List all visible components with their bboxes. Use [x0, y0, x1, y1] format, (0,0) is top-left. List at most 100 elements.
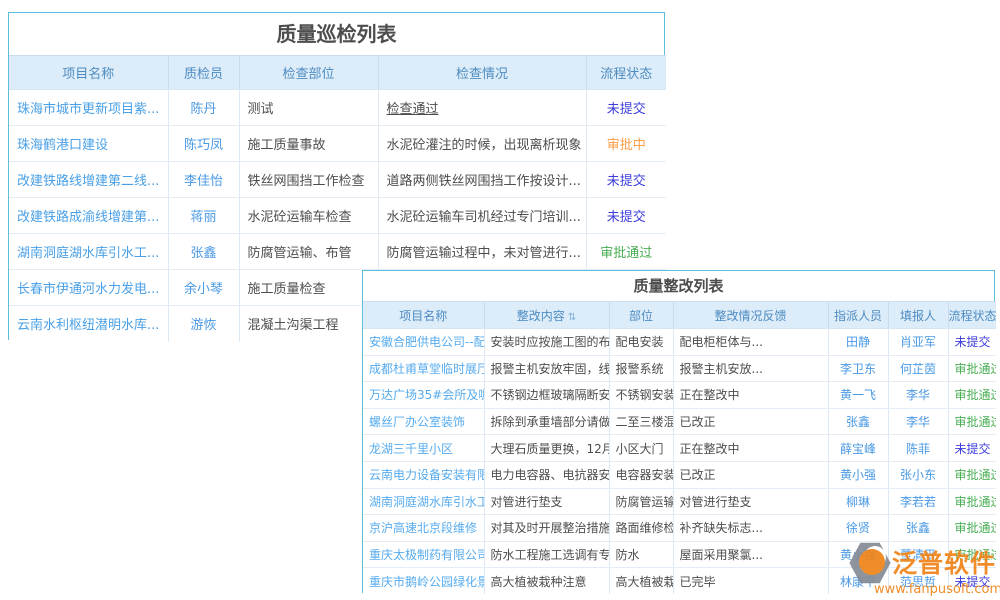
- table-row: 安徽合肥供电公司--配电设备...安装时应按施工图的布置，将...配电安装配电柜…: [363, 329, 996, 356]
- column-header-5: 流程状态: [586, 56, 666, 90]
- project-link[interactable]: 云南水利枢纽潜明水库...: [9, 306, 168, 342]
- rectify-feedback: 配电柜柜体与...: [673, 329, 828, 356]
- inspector-name[interactable]: 李佳怡: [168, 162, 239, 198]
- table-row: 珠海鹤港口建设陈巧凤施工质量事故水泥砼灌注的时候，出现离析现象审批中: [9, 126, 666, 162]
- column-header-2[interactable]: 整改内容⇅: [484, 302, 609, 329]
- rectify-feedback: 屋面采用聚氯...: [673, 541, 828, 568]
- rectify-part: 报警系统: [609, 355, 673, 382]
- project-link[interactable]: 长春市伊通河水力发电...: [9, 270, 168, 306]
- column-header-5: 指派人员: [828, 302, 888, 329]
- check-situation: 水泥砼灌注的时候，出现离析现象: [378, 126, 586, 162]
- project-link[interactable]: 万达广场35#会所及咖啡厅空...: [363, 382, 484, 409]
- status-badge[interactable]: 审批通过: [948, 408, 996, 435]
- rectify-content: 拆除到承重墙部分请做好加固...: [484, 408, 609, 435]
- check-part: 施工质量检查: [239, 270, 378, 306]
- reporter-name[interactable]: 张小东: [888, 461, 948, 488]
- project-link[interactable]: 改建铁路线增建第二线...: [9, 162, 168, 198]
- project-link[interactable]: 改建铁路成渝线增建第...: [9, 198, 168, 234]
- project-link[interactable]: 珠海鹤港口建设: [9, 126, 168, 162]
- rectify-content: 安装时应按施工图的布置，将...: [484, 329, 609, 356]
- rectify-feedback: 已改正: [673, 461, 828, 488]
- rectify-feedback: 对管进行垫支: [673, 488, 828, 515]
- inspector-name[interactable]: 张鑫: [168, 234, 239, 270]
- status-badge[interactable]: 审批通过: [948, 382, 996, 409]
- check-part: 混凝土沟渠工程: [239, 306, 378, 342]
- inspector-name[interactable]: 陈丹: [168, 90, 239, 126]
- reporter-name[interactable]: 肖亚军: [888, 329, 948, 356]
- column-header-1: 项目名称: [363, 302, 484, 329]
- column-header-7: 流程状态: [948, 302, 996, 329]
- assignee-name[interactable]: 李卫东: [828, 355, 888, 382]
- status-badge[interactable]: 审批通过: [948, 355, 996, 382]
- table-row: 珠海市城市更新项目紫...陈丹测试检查通过未提交: [9, 90, 666, 126]
- assignee-name[interactable]: 徐贤: [828, 515, 888, 542]
- project-link[interactable]: 成都杜甫草堂临时展厅独立展...: [363, 355, 484, 382]
- status-badge[interactable]: 未提交: [586, 198, 666, 234]
- inspector-name[interactable]: 陈巧凤: [168, 126, 239, 162]
- assignee-name[interactable]: 张鑫: [828, 408, 888, 435]
- status-badge[interactable]: 未提交: [948, 329, 996, 356]
- project-link[interactable]: 京沪高速北京段维修: [363, 515, 484, 542]
- rectify-content: 电力电容器、电抗器安装方案...: [484, 461, 609, 488]
- rectify-content: 报警主机安放牢固，线缆连接...: [484, 355, 609, 382]
- reporter-name[interactable]: 何芷茵: [888, 355, 948, 382]
- inspector-name[interactable]: 游恢: [168, 306, 239, 342]
- reporter-name[interactable]: 张鑫: [888, 515, 948, 542]
- assignee-name[interactable]: 黄一飞: [828, 382, 888, 409]
- project-link[interactable]: 湖南洞庭湖水库引水工...: [9, 234, 168, 270]
- table-row: 湖南洞庭湖水库引水工程施工I标对管进行垫支防腐管运输...对管进行垫支柳琳李若若…: [363, 488, 996, 515]
- rectify-part: 高大植被栽种: [609, 568, 673, 595]
- project-link[interactable]: 螺丝厂办公室装饰: [363, 408, 484, 435]
- rectify-content: 大理石质量更换，12月31日之...: [484, 435, 609, 462]
- assignee-name[interactable]: 黄小强: [828, 461, 888, 488]
- status-badge[interactable]: 未提交: [948, 435, 996, 462]
- table-row: 龙湖三千里小区大理石质量更换，12月31日之...小区大门正在整改中薛宝峰陈菲未…: [363, 435, 996, 462]
- rectify-feedback: 已改正: [673, 408, 828, 435]
- watermark: 泛普软件 www.fanpusoft.com: [848, 540, 1000, 597]
- project-link[interactable]: 湖南洞庭湖水库引水工程施工I标: [363, 488, 484, 515]
- project-link[interactable]: 重庆市鹅岭公园绿化景观提升...: [363, 568, 484, 595]
- inspection-table-title: 质量巡检列表: [9, 13, 664, 55]
- project-link[interactable]: 安徽合肥供电公司--配电设备...: [363, 329, 484, 356]
- status-badge[interactable]: 审批通过: [948, 515, 996, 542]
- rectify-content: 对其及时开展整治措施，桥头...: [484, 515, 609, 542]
- status-badge[interactable]: 未提交: [586, 162, 666, 198]
- status-badge[interactable]: 审批中: [586, 126, 666, 162]
- status-badge[interactable]: 审批通过: [948, 461, 996, 488]
- page: 质量巡检列表 项目名称质检员检查部位检查情况流程状态珠海市城市更新项目紫...陈…: [0, 0, 1000, 600]
- status-badge[interactable]: 审批通过: [948, 488, 996, 515]
- rectification-table-title: 质量整改列表: [363, 271, 994, 301]
- reporter-name[interactable]: 陈菲: [888, 435, 948, 462]
- table-row: 改建铁路线增建第二线...李佳怡铁丝网围挡工作检查道路两侧铁丝网围挡工作按设计.…: [9, 162, 666, 198]
- column-header-1: 项目名称: [9, 56, 168, 90]
- check-situation: 检查通过: [378, 90, 586, 126]
- assignee-name[interactable]: 薛宝峰: [828, 435, 888, 462]
- column-header-6: 填报人: [888, 302, 948, 329]
- inspector-name[interactable]: 余小琴: [168, 270, 239, 306]
- project-link[interactable]: 云南电力设备安装有限公司20...: [363, 461, 484, 488]
- check-situation: 水泥砼运输车司机经过专门培训...: [378, 198, 586, 234]
- reporter-name[interactable]: 李若若: [888, 488, 948, 515]
- status-badge[interactable]: 审批通过: [586, 234, 666, 270]
- project-link[interactable]: 重庆太极制药有限公司亳州中...: [363, 541, 484, 568]
- reporter-name[interactable]: 李华: [888, 382, 948, 409]
- rectify-feedback: 报警主机安放...: [673, 355, 828, 382]
- reporter-name[interactable]: 李华: [888, 408, 948, 435]
- check-part: 水泥砼运输车检查: [239, 198, 378, 234]
- column-header-3: 检查部位: [239, 56, 378, 90]
- sort-icon[interactable]: ⇅: [568, 312, 576, 323]
- project-link[interactable]: 珠海市城市更新项目紫...: [9, 90, 168, 126]
- check-part: 铁丝网围挡工作检查: [239, 162, 378, 198]
- rectify-content: 防水工程施工选调有专业资质...: [484, 541, 609, 568]
- rectify-feedback: 正在整改中: [673, 382, 828, 409]
- fanpu-logo-icon: [848, 540, 892, 586]
- assignee-name[interactable]: 田静: [828, 329, 888, 356]
- project-link[interactable]: 龙湖三千里小区: [363, 435, 484, 462]
- inspector-name[interactable]: 蒋丽: [168, 198, 239, 234]
- table-row: 万达广场35#会所及咖啡厅空...不锈钢边框玻璃隔断安装不牢...不锈钢安装..…: [363, 382, 996, 409]
- status-badge[interactable]: 未提交: [586, 90, 666, 126]
- check-part: 防腐管运输、布管: [239, 234, 378, 270]
- assignee-name[interactable]: 柳琳: [828, 488, 888, 515]
- column-header-3: 部位: [609, 302, 673, 329]
- check-situation: 防腐管运输过程中，未对管进行...: [378, 234, 586, 270]
